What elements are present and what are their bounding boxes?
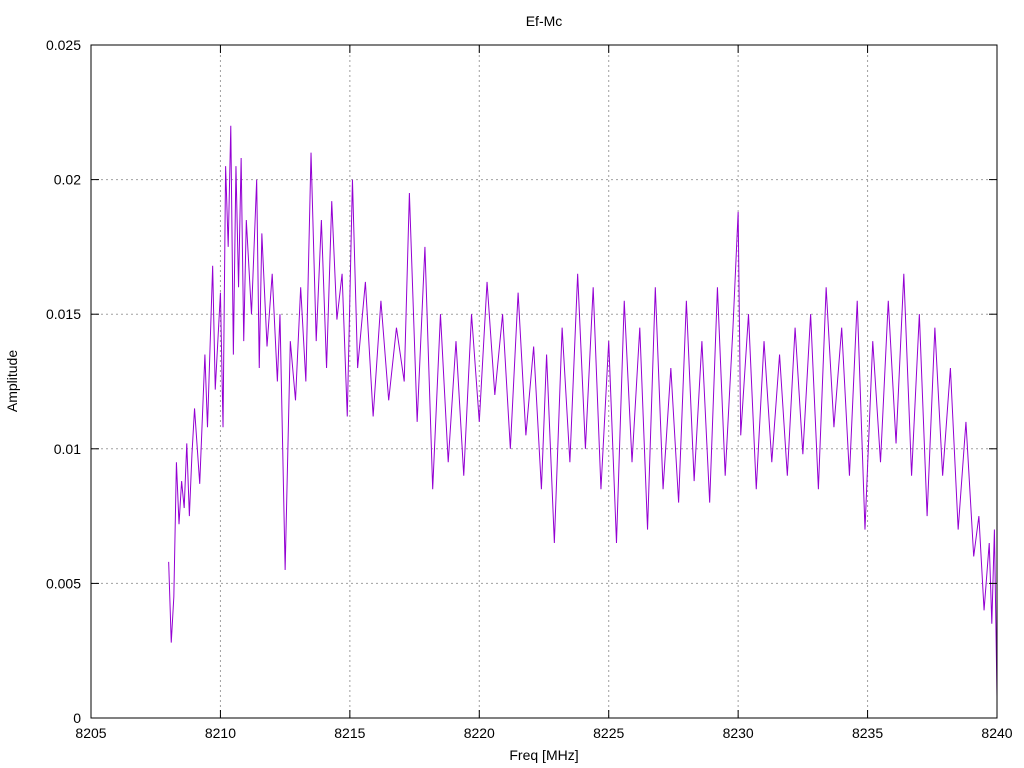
x-tick-label: 8230 bbox=[723, 725, 754, 741]
chart-title: Ef-Mc bbox=[526, 13, 563, 29]
plot-frame bbox=[90, 44, 998, 719]
x-tick-label: 8205 bbox=[75, 725, 106, 741]
x-tick-label: 8235 bbox=[852, 725, 883, 741]
x-tick-label: 8240 bbox=[981, 725, 1012, 741]
x-axis-title: Freq [MHz] bbox=[509, 747, 578, 763]
x-tick-label: 8215 bbox=[334, 725, 365, 741]
x-tick-label: 8220 bbox=[464, 725, 495, 741]
y-tick-label: 0.01 bbox=[54, 441, 81, 457]
series-layer bbox=[168, 125, 998, 697]
series-line bbox=[168, 125, 998, 697]
y-tick-label: 0.025 bbox=[46, 37, 81, 53]
x-tick-label: 8225 bbox=[593, 725, 624, 741]
grid-layer bbox=[91, 45, 997, 718]
y-tick-label: 0.005 bbox=[46, 575, 81, 591]
x-tick-label: 8210 bbox=[205, 725, 236, 741]
y-tick-label: 0.02 bbox=[54, 172, 81, 188]
chart-svg: Ef-Mc 8205 8210 8215 8220 8225 8230 8235 8240 0 0… bbox=[4, 13, 1013, 763]
y-tick-label: 0.015 bbox=[46, 306, 81, 322]
y-tick-label: 0 bbox=[73, 710, 81, 726]
y-axis-title: Amplitude bbox=[4, 350, 20, 412]
chart-root: Ef-Mc 8205 8210 8215 8220 8225 8230 8235 8240 0 0… bbox=[0, 0, 1024, 768]
